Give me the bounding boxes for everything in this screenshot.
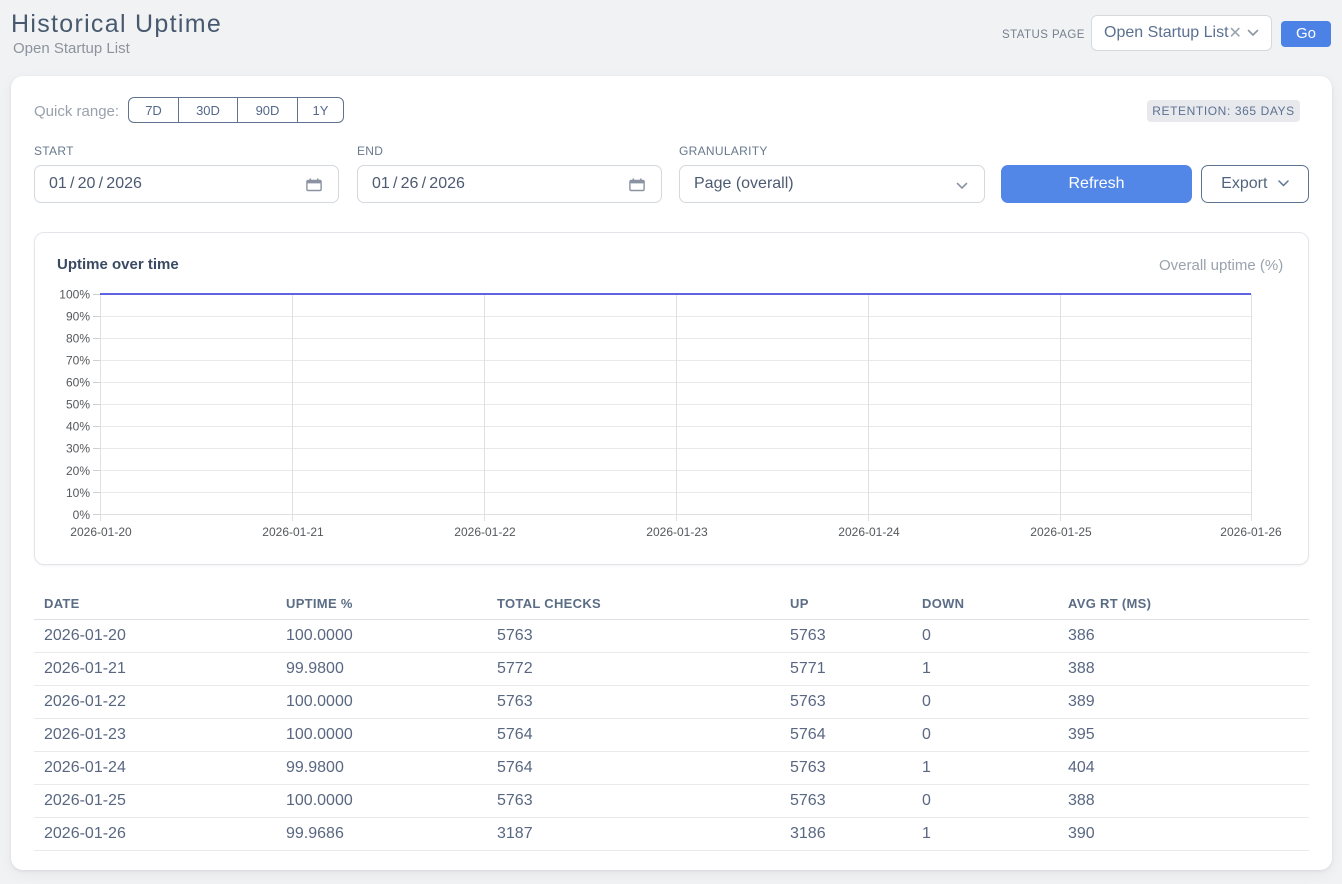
svg-text:2026-01-20: 2026-01-20 bbox=[70, 525, 132, 539]
svg-text:10%: 10% bbox=[66, 486, 90, 500]
svg-text:2026-01-26: 2026-01-26 bbox=[1220, 525, 1282, 539]
svg-text:100%: 100% bbox=[59, 287, 90, 301]
svg-text:80%: 80% bbox=[66, 332, 90, 346]
svg-text:0%: 0% bbox=[73, 508, 91, 522]
svg-text:2026-01-24: 2026-01-24 bbox=[838, 525, 900, 539]
svg-text:60%: 60% bbox=[66, 376, 90, 390]
svg-text:90%: 90% bbox=[66, 309, 90, 323]
svg-text:40%: 40% bbox=[66, 420, 90, 434]
svg-text:2026-01-21: 2026-01-21 bbox=[262, 525, 324, 539]
svg-text:20%: 20% bbox=[66, 464, 90, 478]
svg-text:2026-01-23: 2026-01-23 bbox=[646, 525, 708, 539]
svg-text:70%: 70% bbox=[66, 354, 90, 368]
svg-text:2026-01-22: 2026-01-22 bbox=[454, 525, 516, 539]
svg-text:2026-01-25: 2026-01-25 bbox=[1030, 525, 1092, 539]
svg-text:30%: 30% bbox=[66, 442, 90, 456]
svg-text:50%: 50% bbox=[66, 398, 90, 412]
